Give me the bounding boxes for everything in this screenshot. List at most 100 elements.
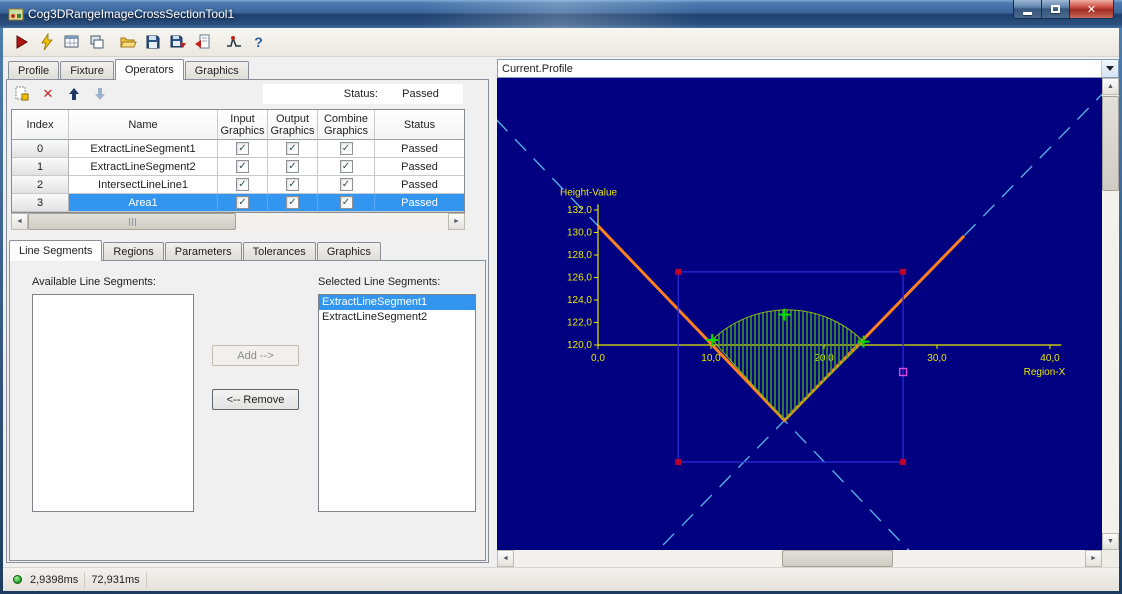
cell-combine-graphics: ✓ bbox=[318, 140, 375, 158]
col-header-combine-graphics[interactable]: Combine Graphics bbox=[318, 110, 375, 140]
col-header-input-graphics[interactable]: Input Graphics bbox=[218, 110, 268, 140]
y-tick-label: 120,0 bbox=[567, 340, 592, 351]
y-axis-title: Height-Value bbox=[560, 187, 618, 198]
profile-source-combobox[interactable]: Current.Profile bbox=[497, 59, 1119, 78]
scroll-thumb[interactable] bbox=[782, 550, 893, 567]
tab-profile[interactable]: Profile bbox=[8, 61, 59, 80]
subtab-tolerances[interactable]: Tolerances bbox=[243, 242, 316, 261]
row-name[interactable]: IntersectLineLine1 bbox=[69, 176, 218, 194]
combine-graphics-checkbox[interactable]: ✓ bbox=[340, 178, 353, 191]
delete-operator-button[interactable]: ✕ bbox=[39, 85, 57, 103]
cell-input-graphics: ✓ bbox=[218, 176, 268, 194]
title-bar[interactable]: Cog3DRangeImageCrossSectionTool1 ✕ bbox=[0, 0, 1122, 28]
live-run-button[interactable] bbox=[34, 30, 59, 54]
input-graphics-checkbox[interactable]: ✓ bbox=[236, 196, 249, 209]
profile-plot-canvas[interactable]: 132,0130,0128,0126,0124,0122,0120,00,010… bbox=[497, 78, 1102, 550]
minimize-button[interactable] bbox=[1013, 0, 1042, 19]
tab-graphics[interactable]: Graphics bbox=[185, 61, 249, 80]
scroll-right-arrow[interactable]: ► bbox=[1085, 550, 1102, 567]
subtab-regions[interactable]: Regions bbox=[103, 242, 163, 261]
subtab-line-segments[interactable]: Line Segments bbox=[9, 240, 102, 261]
input-graphics-checkbox[interactable]: ✓ bbox=[236, 160, 249, 173]
row-index[interactable]: 2 bbox=[12, 176, 69, 194]
scroll-down-arrow[interactable]: ▼ bbox=[1102, 533, 1119, 550]
selected-segments-list[interactable]: ExtractLineSegment1 ExtractLineSegment2 bbox=[318, 294, 476, 512]
save-image-button[interactable] bbox=[165, 30, 190, 54]
scroll-left-arrow[interactable]: ◄ bbox=[11, 213, 28, 230]
copy-window-button[interactable] bbox=[84, 30, 109, 54]
table-row[interactable]: 1 ExtractLineSegment2 ✓ ✓ ✓ Passed bbox=[12, 158, 464, 176]
results-display-button[interactable] bbox=[59, 30, 84, 54]
table-row[interactable]: 2 IntersectLineLine1 ✓ ✓ ✓ Passed bbox=[12, 176, 464, 194]
scroll-up-arrow[interactable]: ▲ bbox=[1102, 78, 1119, 95]
operators-toolbar: ✕ bbox=[13, 84, 109, 104]
region-corner-handle[interactable] bbox=[675, 459, 681, 465]
import-results-button[interactable] bbox=[190, 30, 215, 54]
close-button[interactable]: ✕ bbox=[1069, 0, 1114, 19]
move-up-button[interactable] bbox=[65, 85, 83, 103]
tab-fixture[interactable]: Fixture bbox=[60, 61, 114, 80]
col-header-name[interactable]: Name bbox=[69, 110, 218, 140]
add-button[interactable]: Add --> bbox=[212, 345, 299, 366]
status-led-icon bbox=[13, 575, 22, 584]
scroll-thumb[interactable] bbox=[28, 213, 236, 230]
tab-operators[interactable]: Operators bbox=[115, 59, 184, 80]
region-corner-handle[interactable] bbox=[900, 459, 906, 465]
input-graphics-checkbox[interactable]: ✓ bbox=[236, 178, 249, 191]
region-corner-handle[interactable] bbox=[675, 269, 681, 275]
combine-graphics-checkbox[interactable]: ✓ bbox=[340, 142, 353, 155]
row-name[interactable]: ExtractLineSegment1 bbox=[69, 140, 218, 158]
output-graphics-checkbox[interactable]: ✓ bbox=[286, 196, 299, 209]
input-graphics-checkbox[interactable]: ✓ bbox=[236, 142, 249, 155]
area-result-region bbox=[712, 310, 863, 421]
grid-horizontal-scrollbar[interactable]: ◄ ► bbox=[11, 213, 465, 230]
row-name[interactable]: Area1 bbox=[69, 194, 218, 212]
list-item[interactable]: ExtractLineSegment2 bbox=[319, 310, 475, 325]
col-header-output-graphics[interactable]: Output Graphics bbox=[268, 110, 318, 140]
app-icon bbox=[8, 6, 24, 22]
subtab-graphics[interactable]: Graphics bbox=[317, 242, 381, 261]
total-time: 72,931ms bbox=[91, 574, 139, 586]
scroll-thumb[interactable] bbox=[1102, 96, 1119, 191]
region-corner-handle[interactable] bbox=[900, 269, 906, 275]
plot-horizontal-scrollbar[interactable]: ◄ ► bbox=[497, 550, 1102, 567]
row-index[interactable]: 0 bbox=[12, 140, 69, 158]
subtab-parameters[interactable]: Parameters bbox=[165, 242, 242, 261]
available-segments-list[interactable] bbox=[32, 294, 194, 512]
cell-combine-graphics: ✓ bbox=[318, 176, 375, 194]
row-index[interactable]: 3 bbox=[12, 194, 69, 212]
new-operator-button[interactable] bbox=[13, 85, 31, 103]
sub-tab-strip: Line Segments Regions Parameters Toleran… bbox=[9, 241, 382, 261]
col-header-index[interactable]: Index bbox=[12, 110, 69, 140]
run-button[interactable] bbox=[9, 30, 34, 54]
y-tick-label: 122,0 bbox=[567, 318, 592, 329]
combine-graphics-checkbox[interactable]: ✓ bbox=[340, 196, 353, 209]
col-header-status[interactable]: Status bbox=[375, 110, 464, 140]
table-row[interactable]: 0 ExtractLineSegment1 ✓ ✓ ✓ Passed bbox=[12, 140, 464, 158]
plot-vertical-scrollbar[interactable]: ▲ ▼ bbox=[1102, 78, 1119, 550]
cell-output-graphics: ✓ bbox=[268, 176, 318, 194]
output-graphics-checkbox[interactable]: ✓ bbox=[286, 142, 299, 155]
list-item[interactable]: ExtractLineSegment1 bbox=[319, 295, 475, 310]
combine-graphics-checkbox[interactable]: ✓ bbox=[340, 160, 353, 173]
save-file-button[interactable] bbox=[140, 30, 165, 54]
scroll-right-arrow[interactable]: ► bbox=[448, 213, 465, 230]
row-index[interactable]: 1 bbox=[12, 158, 69, 176]
output-graphics-checkbox[interactable]: ✓ bbox=[286, 178, 299, 191]
help-icon[interactable]: ? bbox=[246, 30, 271, 54]
probe-button[interactable] bbox=[221, 30, 246, 54]
y-tick-label: 124,0 bbox=[567, 295, 592, 306]
remove-button[interactable]: <-- Remove bbox=[212, 389, 299, 410]
check-mark: ✓ bbox=[288, 143, 296, 154]
scroll-left-arrow[interactable]: ◄ bbox=[497, 550, 514, 567]
output-graphics-checkbox[interactable]: ✓ bbox=[286, 160, 299, 173]
open-file-button[interactable] bbox=[115, 30, 140, 54]
table-row-selected[interactable]: 3 Area1 ✓ ✓ ✓ Passed bbox=[12, 194, 464, 212]
main-toolbar: ? bbox=[3, 28, 1119, 57]
y-tick-label: 128,0 bbox=[567, 250, 592, 261]
row-name[interactable]: ExtractLineSegment2 bbox=[69, 158, 218, 176]
combo-dropdown-button[interactable] bbox=[1101, 60, 1118, 77]
maximize-button[interactable] bbox=[1041, 0, 1070, 19]
status-label: Status: bbox=[263, 88, 378, 100]
move-down-button[interactable] bbox=[91, 85, 109, 103]
